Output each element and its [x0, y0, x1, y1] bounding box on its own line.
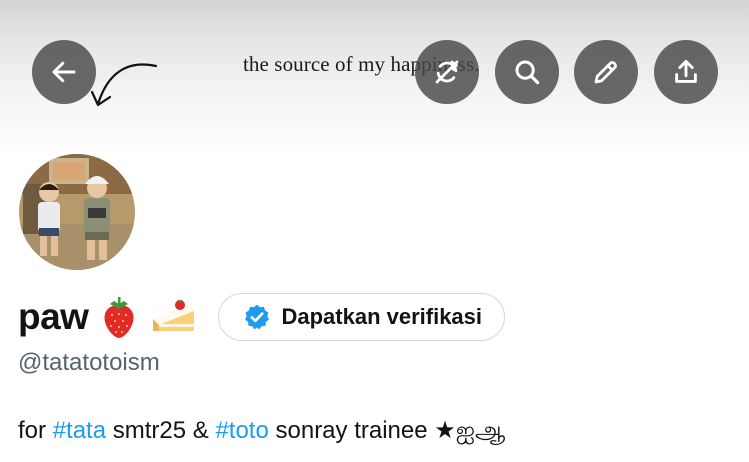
get-verified-button[interactable]: Dapatkan verifikasi: [218, 293, 506, 341]
sync-button[interactable]: [415, 40, 479, 104]
search-button[interactable]: [495, 40, 559, 104]
username-handle: @tatatotoism: [18, 349, 160, 376]
sync-off-icon: [435, 60, 459, 84]
display-name: paw: [18, 296, 89, 337]
back-button[interactable]: [32, 40, 96, 104]
bio-text: sonray trainee ★ஐஆ: [268, 417, 506, 444]
edit-button[interactable]: [574, 40, 638, 104]
hashtag-link[interactable]: #tata: [53, 417, 106, 444]
strawberry-icon: [100, 295, 138, 339]
profile-page: the source of my happiness. paw Dapatkan…: [0, 0, 749, 462]
shortcake-icon: [150, 297, 196, 337]
get-verified-label: Dapatkan verifikasi: [281, 304, 483, 329]
share-icon: [675, 59, 697, 83]
arrow-left-icon: [52, 61, 76, 83]
verified-badge-icon: [245, 304, 270, 330]
profile-bio: for #tata smtr25 & #toto sonray trainee …: [18, 416, 505, 447]
name-row: paw Dapatkan verifikasi: [18, 291, 506, 343]
share-button[interactable]: [654, 40, 718, 104]
search-icon: [515, 60, 540, 85]
bio-text: for: [18, 417, 53, 444]
avatar[interactable]: [15, 150, 139, 274]
hashtag-link[interactable]: #toto: [215, 417, 268, 444]
hand-drawn-arrow: [90, 63, 158, 107]
avatar-photo: [19, 154, 135, 270]
pencil-icon: [594, 61, 617, 84]
bio-text: smtr25 &: [106, 417, 216, 444]
